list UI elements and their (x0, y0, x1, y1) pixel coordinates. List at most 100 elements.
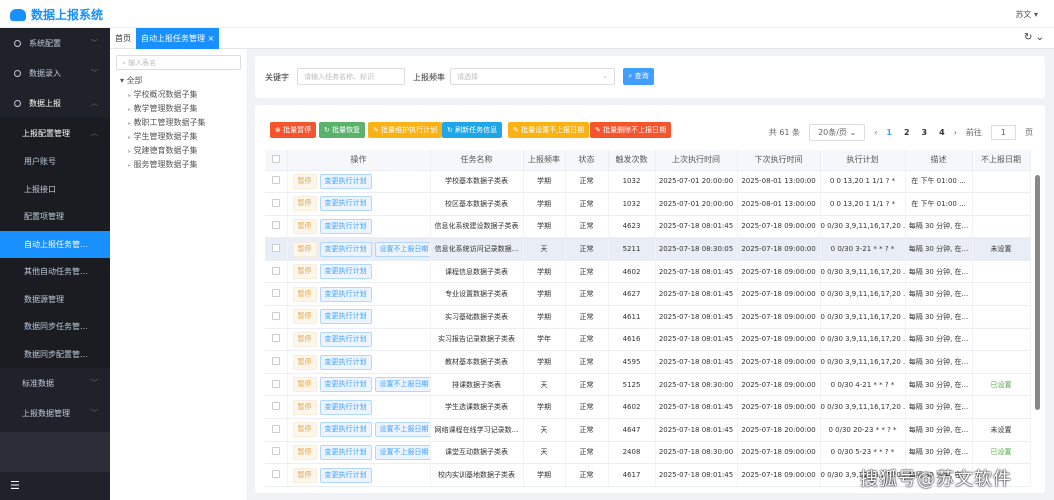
row-checkbox[interactable] (265, 328, 288, 352)
change-plan-button[interactable]: 变更执行计划 (319, 286, 372, 302)
sidebar-group-report-config[interactable]: 上报配置管理 ︿ (0, 118, 110, 148)
page-number[interactable]: 3 (922, 128, 928, 137)
pause-button[interactable]: 暂停 (292, 309, 317, 325)
pause-button[interactable]: 暂停 (292, 196, 317, 212)
change-plan-button[interactable]: 变更执行计划 (319, 331, 372, 347)
row-checkbox[interactable] (265, 192, 288, 216)
row-checkbox[interactable] (265, 373, 288, 397)
batch-button[interactable]: ↻ 刷新任务信息 (442, 122, 503, 138)
set-skip-date-button[interactable]: 设置不上报日期 (374, 377, 429, 393)
change-plan-button[interactable]: 变更执行计划 (319, 196, 372, 212)
sidebar-subitem[interactable]: 数据源管理 (0, 286, 110, 314)
sidebar-subitem[interactable]: 数据同步任务管... (0, 313, 110, 341)
refresh-icon[interactable]: ↻ (1024, 32, 1032, 43)
batch-button[interactable]: ⊗ 批量暂停 (270, 122, 317, 138)
change-plan-button[interactable]: 变更执行计划 (319, 354, 372, 370)
row-checkbox[interactable] (265, 170, 288, 194)
sidebar-group[interactable]: 标准数据 ﹀ (0, 368, 110, 398)
goto-page-input[interactable]: 1 (990, 125, 1016, 140)
cell-desc: 每隔 30 分钟, 在... (905, 373, 973, 397)
sidebar-subitem[interactable]: 数据同步配置管... (0, 341, 110, 369)
change-plan-button[interactable]: 变更执行计划 (319, 422, 372, 438)
change-plan-button[interactable]: 变更执行计划 (319, 377, 372, 393)
tree-node[interactable]: ▸ 党建德育数据子集 (110, 144, 247, 158)
sidebar-item[interactable]: 数据录入 ﹀ (0, 58, 110, 88)
pause-button[interactable]: 暂停 (292, 264, 317, 280)
sidebar-subitem[interactable]: 配置项管理 (0, 203, 110, 231)
sidebar-item[interactable]: 数据上报 ︿ (0, 88, 110, 118)
set-skip-date-button[interactable]: 设置不上报日期 (374, 422, 429, 438)
set-skip-date-button[interactable]: 设置不上报日期 (374, 444, 429, 460)
sidebar-subitem[interactable]: 自动上报任务管... (0, 230, 110, 258)
change-plan-button[interactable]: 变更执行计划 (319, 444, 372, 460)
batch-button[interactable]: ✎ 批量设置不上报日期 (508, 122, 590, 138)
prev-page-icon[interactable]: ‹ (874, 128, 877, 137)
row-checkbox[interactable] (265, 463, 288, 487)
page-number[interactable]: 1 (886, 128, 892, 137)
freq-select[interactable]: 请选择 ⌄ (450, 68, 615, 85)
batch-button[interactable]: ↻ 批量恢复 (319, 122, 366, 138)
row-checkbox[interactable] (265, 418, 288, 442)
pause-button[interactable]: 暂停 (292, 354, 317, 370)
change-plan-button[interactable]: 变更执行计划 (319, 241, 372, 257)
sidebar-group[interactable]: 上报数据管理 ﹀ (0, 398, 110, 428)
sidebar-group-label: 标准数据 (22, 378, 54, 388)
page-size-select[interactable]: 20条/页 ⌄ (809, 124, 866, 141)
row-checkbox[interactable] (265, 350, 288, 374)
row-checkbox[interactable] (265, 305, 288, 329)
tree-node[interactable]: ▸ 学生管理数据子集 (110, 130, 247, 144)
sidebar-subitem[interactable]: 上报接口 (0, 176, 110, 204)
tab-auto-report[interactable]: 自动上报任务管理 × (136, 28, 220, 49)
tree-node[interactable]: ▸ 学校概况数据子集 (110, 88, 247, 102)
pause-button[interactable]: 暂停 (292, 173, 317, 189)
select-all-checkbox[interactable] (265, 150, 288, 171)
table-scrollbar[interactable] (1035, 175, 1040, 410)
batch-button[interactable]: ✎ 批量删除不上报日期 (590, 122, 672, 138)
pause-button[interactable]: 暂停 (292, 467, 317, 483)
row-checkbox[interactable] (265, 441, 288, 465)
close-icon[interactable]: × (208, 34, 215, 43)
search-button[interactable]: ⌕ 查询 (623, 68, 654, 85)
tree-node[interactable]: ▸ 服务管理数据子集 (110, 158, 247, 172)
sidebar-subitem[interactable]: 其他自动任务管... (0, 258, 110, 286)
tab-home[interactable]: 首页 (110, 28, 136, 49)
pause-button[interactable]: 暂停 (292, 422, 317, 438)
change-plan-button[interactable]: 变更执行计划 (319, 264, 372, 280)
pause-button[interactable]: 暂停 (292, 399, 317, 415)
row-checkbox[interactable] (265, 215, 288, 239)
set-skip-date-button[interactable]: 设置不上报日期 (374, 241, 429, 257)
pause-button[interactable]: 暂停 (292, 377, 317, 393)
tree-node[interactable]: ▸ 教学管理数据子集 (110, 102, 247, 116)
tree-node-root[interactable]: ▾ 全部 (110, 74, 247, 88)
change-plan-button[interactable]: 变更执行计划 (319, 467, 372, 483)
sidebar-item[interactable]: 系统配置 ﹀ (0, 28, 110, 58)
cell-last: 2025-07-18 08:01:45 (655, 395, 738, 420)
keyword-input[interactable]: 请输入任务名称、标识 (297, 68, 405, 85)
sidebar-subitem[interactable]: 用户账号 (0, 148, 110, 176)
chevron-down-icon[interactable]: ⌄ (1036, 32, 1044, 43)
pause-button[interactable]: 暂停 (292, 241, 317, 257)
page-number[interactable]: 4 (939, 128, 945, 137)
pause-button[interactable]: 暂停 (292, 286, 317, 302)
batch-button[interactable]: ✎ 批量维护执行计划 (368, 122, 443, 138)
row-checkbox[interactable] (265, 260, 288, 284)
next-page-icon[interactable]: › (954, 128, 957, 137)
cell-desc: 每隔 30 分钟, 在... (905, 395, 973, 420)
page-number[interactable]: 2 (904, 128, 910, 137)
row-checkbox[interactable] (265, 237, 288, 261)
pause-button[interactable]: 暂停 (292, 444, 317, 460)
pause-button[interactable]: 暂停 (292, 218, 317, 234)
change-plan-button[interactable]: 变更执行计划 (319, 399, 372, 415)
change-plan-button[interactable]: 变更执行计划 (319, 173, 372, 189)
user-menu[interactable]: 苏文 ▾ (1015, 9, 1038, 20)
search-button-label: 查询 (634, 72, 649, 80)
change-plan-button[interactable]: 变更执行计划 (319, 218, 372, 234)
tree-search-input[interactable]: ⌕ 输入表名 (116, 55, 241, 70)
row-checkbox[interactable] (265, 395, 288, 420)
pause-button[interactable]: 暂停 (292, 331, 317, 347)
change-plan-button[interactable]: 变更执行计划 (319, 309, 372, 325)
collapse-menu-icon[interactable]: ☰ (10, 479, 20, 492)
cell-last: 2025-07-18 08:01:45 (655, 463, 738, 487)
row-checkbox[interactable] (265, 282, 288, 307)
tree-node[interactable]: ▸ 教职工管理数据子集 (110, 116, 247, 130)
